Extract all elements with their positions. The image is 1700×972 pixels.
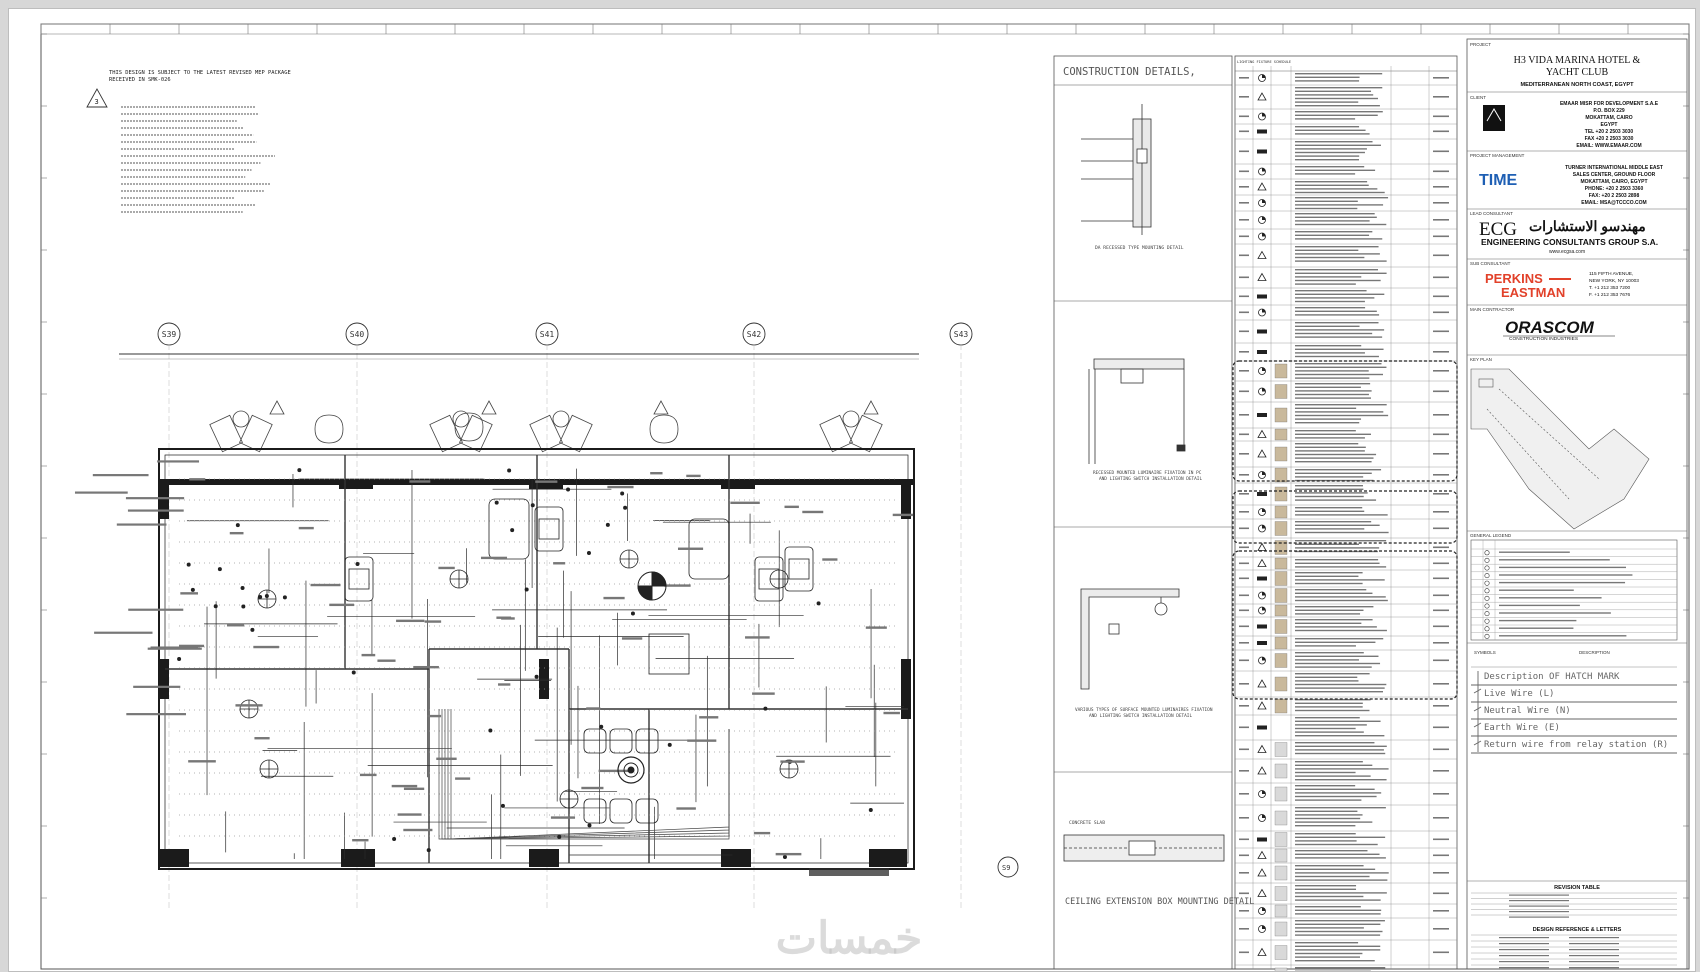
project-location: MEDITERRANEAN NORTH COAST, EGYPT	[1520, 82, 1634, 88]
watermark-logo: خمسات	[776, 914, 923, 963]
pm-name: TURNER INTERNATIONAL MIDDLE EAST	[1565, 165, 1663, 171]
client-email: EMAIL: WWW.EMAAR.COM	[1576, 143, 1641, 149]
design-reference-title: DESIGN REFERENCE & LETTERS	[1533, 927, 1622, 933]
ecg-arabic: مهندسو الاستشارات	[1529, 218, 1646, 235]
svg-text:S9: S9	[1002, 864, 1010, 872]
ecg-name: ENGINEERING CONSULTANTS GROUP S.A.	[1481, 237, 1658, 247]
surface-caption: RECESSED MOUNTED LUMINAIRE FIXATION IN P…	[1093, 470, 1204, 482]
client-country: EGYPT	[1601, 122, 1618, 128]
drawing-sheet: THIS DESIGN IS SUBJECT TO THE LATEST REV…	[8, 8, 1696, 972]
project-name-line1: H3 VIDA MARINA HOTEL &	[1514, 55, 1641, 66]
pm-fax: FAX: +20 2 2503 2898	[1589, 193, 1640, 199]
project-label: PROJECT	[1470, 42, 1491, 47]
floor-plan: S39 S40 S41 S42 S43	[75, 323, 1018, 909]
pm-address-1: SALES CENTER, GROUND FLOOR	[1573, 172, 1656, 178]
recessed-caption: DA RECESSED TYPE MOUNTING DETAIL	[1095, 245, 1184, 251]
axis-label: S43	[954, 330, 969, 339]
chandelier-icon	[618, 572, 666, 783]
axis-label: S40	[350, 330, 365, 339]
axis-label: S42	[747, 330, 762, 339]
pm-phone: PHONE: +20 2 2503 3360	[1585, 186, 1644, 192]
pm-address-2: MOKATTAM, CAIRO, EGYPT	[1580, 179, 1647, 185]
symbols-label: SYMBOLS	[1474, 650, 1496, 655]
general-notes: THIS DESIGN IS SUBJECT TO THE LATEST REV…	[87, 70, 291, 212]
description-label: DESCRIPTION	[1579, 650, 1610, 655]
pe-tel: T. +1 212 353 7200	[1589, 285, 1631, 291]
client-city: MOKATTAM, CAIRO	[1585, 115, 1632, 121]
axis-label: S41	[540, 330, 555, 339]
note-line-1: THIS DESIGN IS SUBJECT TO THE LATEST REV…	[109, 70, 291, 76]
title-block: PROJECT H3 VIDA MARINA HOTEL & YACHT CLU…	[1467, 39, 1687, 969]
key-plan-map	[1471, 369, 1649, 529]
details-header: CONSTRUCTION DETAILS,	[1063, 66, 1196, 78]
pe-fax: F. +1 212 353 7676	[1589, 292, 1631, 298]
pe-logo-line2: EASTMAN	[1501, 285, 1565, 300]
time-logo: TIME	[1479, 172, 1518, 189]
return-wire-text: Return wire from relay station (R)	[1484, 740, 1668, 750]
client-tel: TEL +20 2 2503 3030	[1585, 129, 1634, 135]
pm-label: PROJECT MANAGEMENT	[1470, 153, 1525, 158]
orascom-sub: CONSTRUCTION INDUSTRIES	[1509, 336, 1578, 342]
hatch-mark-text: Description OF HATCH MARK	[1484, 672, 1620, 682]
axis-label: S39	[162, 330, 177, 339]
neutral-wire-text: Neutral Wire (N)	[1484, 706, 1571, 716]
sub-label: SUB CONSULTANT	[1470, 261, 1511, 266]
earth-wire-text: Earth Wire (E)	[1484, 723, 1560, 733]
legend-label: GENERAL LEGEND	[1470, 533, 1512, 538]
mc-label: MAIN CONTRACTOR	[1470, 307, 1515, 312]
pm-email: EMAIL: MSA@TCCCO.COM	[1581, 200, 1646, 206]
client-pobox: P.O. BOX 229	[1593, 108, 1625, 114]
note-line-2: RECEIVED IN SMK-026	[109, 77, 171, 83]
ceiling-caption: CEILING EXTENSION BOX MOUNTING DETAIL	[1065, 897, 1254, 907]
construction-details: CONSTRUCTION DETAILS, DA RECESSED TYPE M…	[1054, 56, 1254, 969]
concrete-label: CONCRETE SLAB	[1069, 820, 1105, 826]
various-caption: VARIOUS TYPES OF SURFACE MOUNTED LUMINAI…	[1075, 707, 1215, 719]
schedule-title: LIGHTING FIXTURE SCHEDULE	[1237, 60, 1291, 64]
revision-tag: 3	[95, 98, 99, 106]
client-name: EMAAR MISR FOR DEVELOPMENT S.A.E	[1560, 101, 1659, 107]
ecg-web: www.ecgsa.com	[1549, 249, 1585, 255]
lead-label: LEAD CONSULTANT	[1470, 211, 1513, 216]
pe-address-1: 115 FIFTH AVENUE,	[1589, 271, 1633, 277]
pe-logo-line1: PERKINS	[1485, 271, 1543, 286]
pe-address-2: NEW YORK, NY 10003	[1589, 278, 1639, 284]
keyplan-label: KEY PLAN	[1470, 357, 1492, 362]
sheet-frame	[41, 24, 1689, 969]
orascom-logo: ORASCOM	[1505, 318, 1595, 337]
fixture-schedule: LIGHTING FIXTURE SCHEDULE	[1233, 56, 1457, 971]
client-label: CLIENT	[1470, 95, 1486, 100]
live-wire-text: Live Wire (L)	[1484, 689, 1554, 699]
project-name-line2: YACHT CLUB	[1546, 67, 1609, 78]
revision-table-title: REVISION TABLE	[1554, 885, 1600, 891]
client-fax: FAX +20 2 2503 3030	[1585, 136, 1634, 142]
